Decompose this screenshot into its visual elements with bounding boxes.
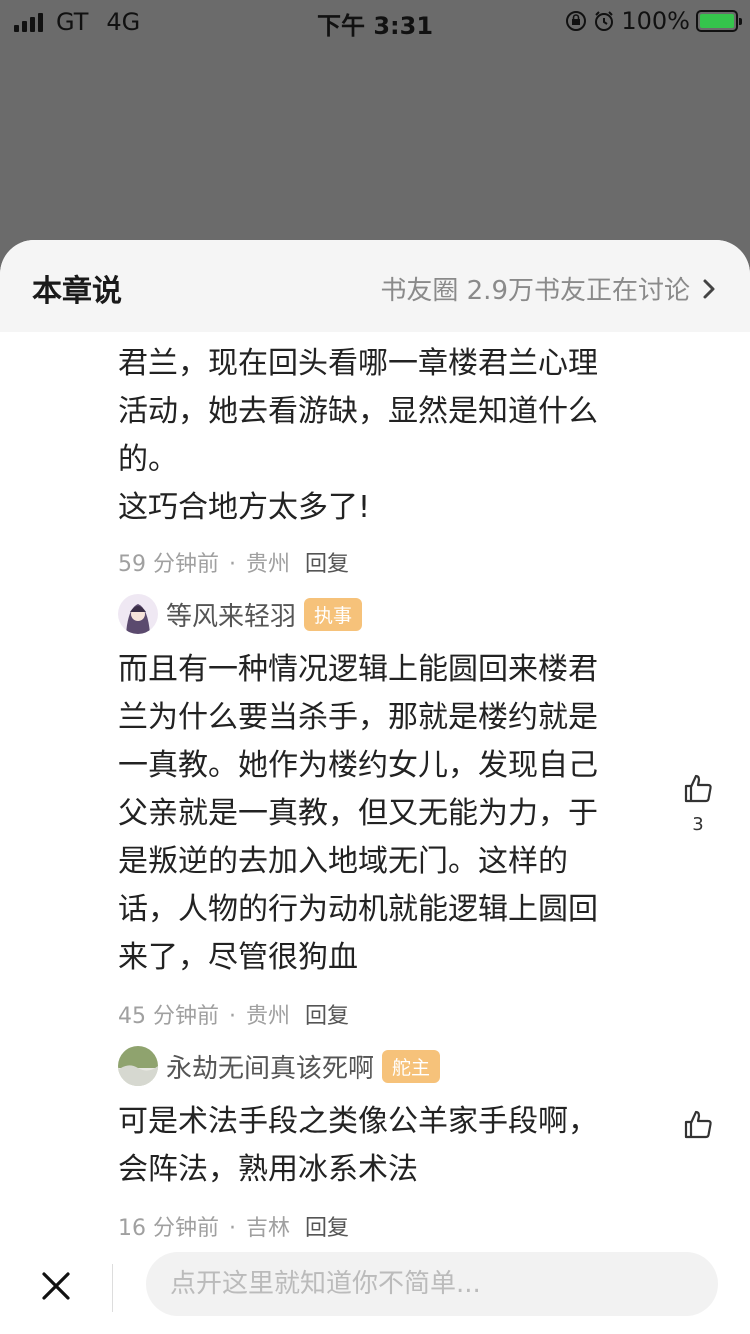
comment-list: 君兰，现在回头看哪一章楼君兰心理 活动，她去看游缺，显然是知道什么 的。 这巧合…: [0, 332, 750, 1241]
comment-user[interactable]: 永劫无间真该死啊 舵主: [118, 1046, 441, 1086]
thumbs-up-icon: [684, 774, 712, 803]
comment-time: 16 分钟前: [118, 1216, 219, 1241]
comment-input[interactable]: 点开这里就知道你不简单...: [146, 1252, 718, 1316]
like-button[interactable]: [680, 1108, 716, 1144]
comment-line: 君兰，现在回头看哪一章楼君兰心理: [118, 346, 598, 381]
rotation-lock-icon: [566, 11, 587, 31]
comment-sheet: 本章说 书友圈 2.9万书友正在讨论 君兰，现在回头看哪一章楼君兰心理 活动，她…: [0, 240, 750, 1334]
status-right: 100%: [565, 7, 742, 35]
comment-line: 活动，她去看游缺，显然是知道什么: [118, 394, 598, 429]
status-bar: GT 4G 下午 3:31 100%: [0, 0, 750, 40]
comment-location: 吉林: [246, 1216, 291, 1241]
comment-line: 而且有一种情况逻辑上能圆回来楼君: [118, 652, 598, 687]
user-name[interactable]: 永劫无间真该死啊: [166, 1048, 374, 1085]
book-circle-link[interactable]: 书友圈 2.9万书友正在讨论: [380, 270, 716, 307]
comment-line: 父亲就是一真教，但又无能为力，于: [118, 796, 598, 831]
sheet-header: 本章说 书友圈 2.9万书友正在讨论: [0, 240, 750, 332]
comment-line: 话，人物的行为动机就能逻辑上圆回: [118, 892, 598, 927]
sheet-title: 本章说: [32, 274, 122, 309]
comment-text: 君兰，现在回头看哪一章楼君兰心理 活动，她去看游缺，显然是知道什么 的。 这巧合…: [118, 340, 648, 532]
comment-location: 贵州: [246, 1004, 291, 1029]
alarm-icon: [595, 11, 614, 31]
comment-line: 兰为什么要当杀手，那就是楼约就是: [118, 700, 598, 735]
comment-line: 的。: [118, 442, 178, 477]
comment-line: 来了，尽管很狗血: [118, 940, 358, 975]
comment-time: 45 分钟前: [118, 1004, 219, 1029]
role-badge: 执事: [304, 597, 363, 631]
chevron-right-icon: [703, 279, 715, 298]
reply-button[interactable]: 回复: [305, 1004, 349, 1029]
comment-meta: 59 分钟前 · 贵州 回复: [118, 552, 350, 577]
user-name[interactable]: 等风来轻羽: [166, 596, 296, 633]
like-count: 3: [692, 814, 704, 835]
comment-time: 59 分钟前: [118, 552, 219, 577]
reply-button[interactable]: 回复: [305, 552, 349, 577]
comment-line: 可是术法手段之类像公羊家手段啊，: [118, 1104, 598, 1139]
comment-location: 贵州: [246, 552, 291, 577]
comment-line: 这巧合地方太多了!: [118, 490, 371, 525]
avatar[interactable]: [118, 1046, 158, 1086]
battery-icon: [696, 10, 742, 32]
comment-meta: 45 分钟前 · 贵州 回复: [118, 1004, 350, 1029]
comment-line: 一真教。她作为楼约女儿，发现自己: [118, 748, 598, 783]
comment-user[interactable]: 等风来轻羽 执事: [118, 594, 363, 634]
reply-button[interactable]: 回复: [305, 1216, 349, 1241]
comment-line: 会阵法，熟用冰系术法: [118, 1152, 418, 1187]
role-badge: 舵主: [382, 1049, 441, 1083]
avatar[interactable]: [118, 594, 158, 634]
like-button[interactable]: 3: [680, 772, 716, 835]
divider: [112, 1264, 113, 1312]
comment-line: 是叛逆的去加入地域无门。这样的: [118, 844, 568, 879]
thumbs-up-icon: [684, 1110, 712, 1139]
comment-text: 可是术法手段之类像公羊家手段啊， 会阵法，熟用冰系术法: [118, 1098, 648, 1194]
book-circle-label: 书友圈 2.9万书友正在讨论: [380, 276, 690, 306]
close-icon[interactable]: [40, 1270, 72, 1302]
comment-meta: 16 分钟前 · 吉林 回复: [118, 1216, 350, 1241]
comment-text: 而且有一种情况逻辑上能圆回来楼君 兰为什么要当杀手，那就是楼约就是 一真教。她作…: [118, 646, 648, 982]
battery-percent: 100%: [621, 7, 690, 35]
bottom-bar: 点开这里就知道你不简单...: [0, 1240, 750, 1334]
